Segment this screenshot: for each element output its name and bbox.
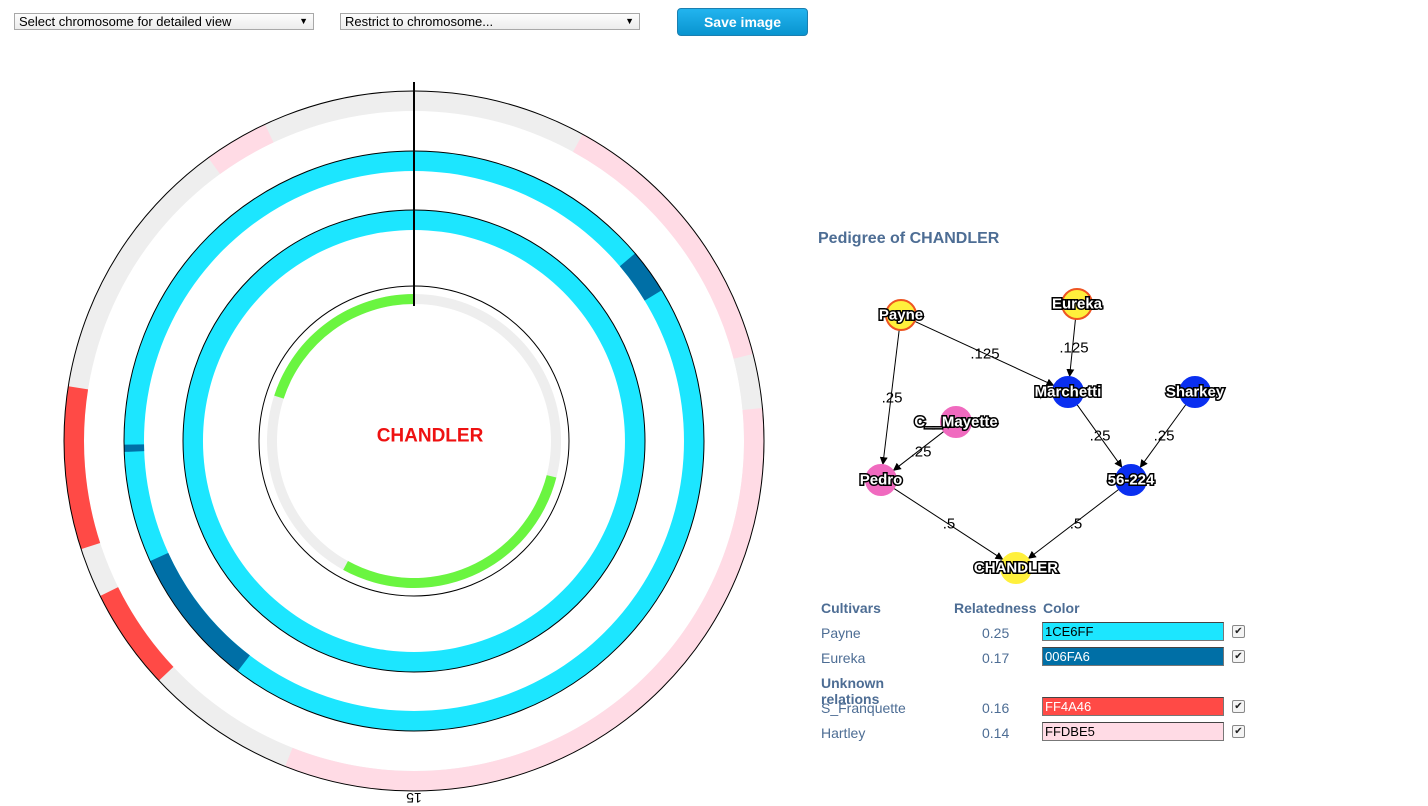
legend-relatedness-value: 0.25 xyxy=(982,625,1010,641)
pedigree-edge-label: .25 xyxy=(911,444,932,461)
pedigree-edge-label: .125 xyxy=(1059,340,1088,357)
legend-relatedness-value: 0.14 xyxy=(982,725,1010,741)
pedigree-edge-label: .25 xyxy=(882,390,903,407)
legend-header-relatedness: Relatedness xyxy=(954,600,1037,616)
circos-plot: CHANDLER 15 xyxy=(63,82,765,806)
visibility-checkbox[interactable]: ✔ xyxy=(1232,650,1245,663)
track-ancestral-segment xyxy=(343,475,557,588)
center-cultivar-label: CHANDLER xyxy=(377,426,484,447)
pedigree-edge-label: .125 xyxy=(970,346,999,363)
pedigree-node-label: Sharkey xyxy=(1166,384,1225,401)
track-unknown-segment xyxy=(100,587,174,681)
visibility-checkbox[interactable]: ✔ xyxy=(1232,725,1245,738)
legend-cultivar-name: S_Franquette xyxy=(821,700,906,716)
pedigree-node-label: Payne xyxy=(879,307,923,324)
color-input[interactable]: FF4A46 xyxy=(1042,697,1224,716)
track-unknown-segment xyxy=(733,353,763,410)
pedigree-node-label: C__Mayette xyxy=(914,414,997,431)
track-unknown-segment xyxy=(63,386,101,550)
pedigree-title: Pedigree of CHANDLER xyxy=(818,230,1000,247)
legend-cultivar-name: Payne xyxy=(821,625,861,641)
pedigree-edge-label: .25 xyxy=(1090,428,1111,445)
chromosome-number-label: 15 xyxy=(406,790,422,806)
color-input[interactable]: 1CE6FF xyxy=(1042,622,1224,641)
pedigree-edge-label: .5 xyxy=(943,516,956,533)
legend-relatedness-value: 0.16 xyxy=(982,700,1010,716)
legend-header-cultivars: Cultivars xyxy=(821,600,881,616)
pedigree-edge-label: .25 xyxy=(1154,428,1175,445)
color-input[interactable]: 006FA6 xyxy=(1042,647,1224,666)
color-input[interactable]: FFDBE5 xyxy=(1042,722,1224,741)
pedigree-node-label: 56-224 xyxy=(1108,472,1155,489)
legend-relatedness-value: 0.17 xyxy=(982,650,1010,666)
pedigree-node-label: CHANDLER xyxy=(974,560,1058,577)
legend-header-color: Color xyxy=(1043,600,1080,616)
pedigree-node-label: Pedro xyxy=(860,472,903,489)
legend-cultivar-name: Hartley xyxy=(821,725,866,741)
track-ancestral-segment xyxy=(274,294,414,399)
track-unknown-segment xyxy=(208,124,274,175)
legend-cultivar-name: Eureka xyxy=(821,650,866,666)
pedigree-edge-label: .5 xyxy=(1070,516,1083,533)
track-payne-segment xyxy=(124,444,145,452)
pedigree-node-label: Eureka xyxy=(1052,296,1103,313)
pedigree-graph: .125 .125 .25 .25 .25 .25 .5 .5 Payne Eureka Marc… xyxy=(858,288,1226,584)
pedigree-node-label: Marchetti xyxy=(1035,384,1102,401)
visibility-checkbox[interactable]: ✔ xyxy=(1232,700,1245,713)
visibility-checkbox[interactable]: ✔ xyxy=(1232,625,1245,638)
